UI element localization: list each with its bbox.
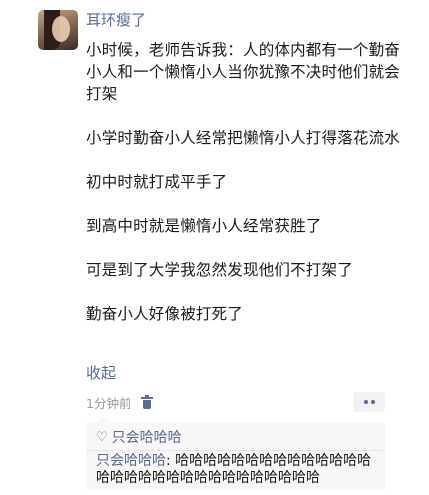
interaction-panel: ♡ 只会哈哈哈 只会哈哈哈: 哈哈哈哈哈哈哈哈哈哈哈哈哈哈哈哈哈哈哈哈哈哈哈哈哈… [86,416,385,490]
like-user[interactable]: 只会哈哈哈 [112,427,182,447]
timestamp: 1分钟前 [86,396,132,411]
post-paragraph: 勤奋小人好像被打死了 [86,305,244,323]
comment[interactable]: 只会哈哈哈: 哈哈哈哈哈哈哈哈哈哈哈哈哈哈哈哈哈哈哈哈哈哈哈哈哈哈哈哈哈哈 [96,453,381,487]
comment-separator: : [166,453,176,469]
post-paragraph: 到高中时就是懒惰小人经常获胜了 [86,217,322,235]
collapse-link[interactable]: 收起 [86,362,116,383]
likes-row: ♡ 只会哈哈哈 [96,427,182,447]
more-dots-icon[interactable] [353,392,385,412]
post-paragraph: 可是到了大学我忽然发现他们不打架了 [86,261,353,279]
trash-icon[interactable] [141,395,154,409]
post-content: 小时候，老师告诉我：人的体内都有一个勤奋小人和一个懒惰小人当你犹豫不决时他们就会… [86,39,401,325]
comment-author[interactable]: 只会哈哈哈 [96,453,166,469]
avatar[interactable] [38,10,78,50]
post-paragraph: 小学时勤奋小人经常把懒惰小人打得落花流水 [86,129,401,147]
divider [86,450,385,451]
heart-icon: ♡ [96,429,108,445]
post-paragraph: 初中时就打成平手了 [86,173,228,191]
avatar-face [52,16,70,42]
post-paragraph: 小时候，老师告诉我：人的体内都有一个勤奋小人和一个懒惰小人当你犹豫不决时他们就会… [86,41,401,103]
post-meta: 1分钟前 [86,393,154,412]
username[interactable]: 耳环瘦了 [86,9,146,30]
